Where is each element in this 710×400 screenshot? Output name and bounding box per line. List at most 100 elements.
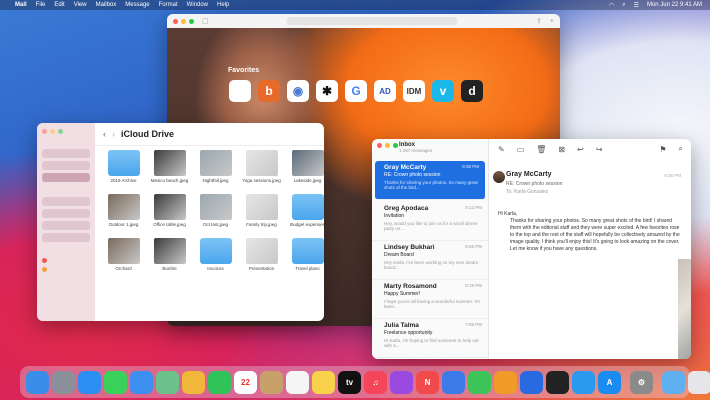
safari-icon[interactable] bbox=[78, 370, 101, 394]
forward-mail-icon[interactable]: ↪ bbox=[596, 145, 603, 154]
menu-format[interactable]: Format bbox=[159, 2, 178, 8]
zoom-button[interactable] bbox=[189, 18, 194, 24]
close-button[interactable] bbox=[173, 18, 178, 24]
menu-help[interactable]: Help bbox=[217, 2, 229, 8]
pages-icon[interactable] bbox=[494, 370, 517, 394]
minimize-button[interactable] bbox=[181, 18, 186, 24]
remote-icon[interactable] bbox=[572, 370, 595, 394]
sidebar-item[interactable] bbox=[42, 209, 90, 218]
file-item[interactable]: Budget expenses bbox=[285, 194, 324, 238]
file-item[interactable]: Nightfall.jpeg bbox=[193, 150, 238, 194]
file-item[interactable]: Bonfire bbox=[147, 238, 192, 282]
minimize-button[interactable] bbox=[385, 143, 390, 148]
file-item[interactable]: Lakeside.jpeg bbox=[285, 150, 324, 194]
trash-icon[interactable] bbox=[688, 370, 710, 394]
junk-icon[interactable]: ⊠ bbox=[558, 145, 565, 154]
sidebar-item[interactable] bbox=[42, 233, 90, 242]
app-menu[interactable]: Mail bbox=[15, 2, 27, 8]
news-icon[interactable]: N bbox=[416, 370, 439, 394]
sidebar-icon[interactable]: ▢ bbox=[202, 17, 209, 25]
sidebar-tag-red[interactable] bbox=[42, 258, 90, 263]
file-item[interactable]: 2019 Archive bbox=[101, 150, 146, 194]
message-row[interactable]: Lindsey Bukhari 8:46 PM Dream Board Hey Kar… bbox=[372, 241, 488, 280]
podcasts-icon[interactable] bbox=[390, 370, 413, 394]
forward-icon[interactable]: › bbox=[112, 129, 115, 139]
control-center-icon[interactable]: ☰ bbox=[634, 2, 639, 9]
menu-file[interactable]: File bbox=[36, 2, 46, 8]
search-icon[interactable]: ⌕ bbox=[679, 144, 691, 154]
favorite-apple[interactable]: Apple bbox=[228, 80, 252, 109]
file-item[interactable]: Office table.jpeg bbox=[147, 194, 192, 238]
wifi-icon[interactable]: ◠ bbox=[609, 2, 614, 9]
archive-icon[interactable]: ▭ bbox=[517, 145, 525, 154]
numbers-icon[interactable] bbox=[468, 370, 491, 394]
facetime-icon[interactable] bbox=[208, 370, 231, 394]
launchpad-icon[interactable] bbox=[52, 370, 75, 394]
search-icon[interactable]: ⌕ bbox=[622, 2, 625, 9]
zoom-button[interactable] bbox=[393, 143, 398, 148]
favorite-d[interactable]: dDictionary bbox=[460, 80, 484, 109]
close-button[interactable] bbox=[377, 143, 382, 148]
address-bar[interactable] bbox=[287, 17, 458, 25]
favorite-bing[interactable]: bBing bbox=[257, 80, 281, 109]
close-button[interactable] bbox=[42, 129, 47, 134]
downloads-icon[interactable] bbox=[662, 370, 685, 394]
settings-icon[interactable]: ⚙ bbox=[630, 370, 653, 394]
flag-icon[interactable]: ⚑ bbox=[659, 145, 666, 154]
file-item[interactable]: Mexico beach.jpeg bbox=[147, 150, 192, 194]
photos-icon[interactable] bbox=[182, 370, 205, 394]
favorite-google[interactable]: GGoogle bbox=[344, 80, 368, 109]
app-store-icon[interactable]: A bbox=[598, 370, 621, 394]
file-item[interactable]: Family trip.jpeg bbox=[239, 194, 284, 238]
favorite-vimeo[interactable]: vVimeo bbox=[431, 80, 455, 109]
zoom-button[interactable] bbox=[58, 129, 63, 134]
favorite-ad[interactable]: ADAD bbox=[373, 80, 397, 109]
reply-icon[interactable]: ↩ bbox=[577, 145, 584, 154]
file-item[interactable]: Orchard bbox=[101, 238, 146, 282]
menu-window[interactable]: Window bbox=[187, 2, 208, 8]
back-icon[interactable]: ‹ bbox=[103, 129, 106, 139]
menu-message[interactable]: Message bbox=[125, 2, 149, 8]
stocks-icon[interactable] bbox=[546, 370, 569, 394]
file-item[interactable]: Outdoor 1.jpeg bbox=[101, 194, 146, 238]
minimize-button[interactable] bbox=[50, 129, 55, 134]
notes-icon[interactable] bbox=[312, 370, 335, 394]
sidebar-item[interactable] bbox=[42, 221, 90, 230]
file-item[interactable]: Invoices bbox=[193, 238, 238, 282]
finder-icon[interactable] bbox=[26, 370, 49, 394]
xcode-icon[interactable] bbox=[520, 370, 543, 394]
file-item[interactable]: Yoga sessions.jpeg bbox=[239, 150, 284, 194]
favorite-star[interactable]: ✱Yelp bbox=[315, 80, 339, 109]
maps-icon[interactable] bbox=[156, 370, 179, 394]
calendar-icon[interactable]: 22 bbox=[234, 370, 257, 394]
clock[interactable]: Mon Jun 22 9:41 AM bbox=[647, 2, 702, 8]
share-icon[interactable]: ⇪ bbox=[536, 17, 542, 25]
sidebar-item[interactable] bbox=[42, 161, 90, 170]
sidebar-item[interactable] bbox=[42, 197, 90, 206]
menu-edit[interactable]: Edit bbox=[54, 2, 64, 8]
tv-icon[interactable]: tv bbox=[338, 370, 361, 394]
file-item[interactable]: Presentation bbox=[239, 238, 284, 282]
keynote-icon[interactable] bbox=[442, 370, 465, 394]
reminders-icon[interactable] bbox=[286, 370, 309, 394]
favorite-idm[interactable]: IDMIDM bbox=[402, 80, 426, 109]
contacts-icon[interactable] bbox=[260, 370, 283, 394]
attached-photo[interactable] bbox=[678, 259, 691, 359]
menu-view[interactable]: View bbox=[74, 2, 87, 8]
message-row[interactable]: Marty Rosamond 8:19 PM Happy Summer! I hope… bbox=[372, 280, 488, 319]
favorite-compass[interactable]: ◉Safari bbox=[286, 80, 310, 109]
trash-icon[interactable]: 🗑 bbox=[536, 145, 546, 154]
message-row[interactable]: Julia Talma 7:59 PM Freelance opportunity H… bbox=[372, 319, 488, 358]
compose-icon[interactable]: ✎ bbox=[498, 145, 505, 154]
message-row[interactable]: Gray McCarty 9:38 PM RE: Crown photo sessi… bbox=[375, 161, 485, 200]
new-tab-icon[interactable]: + bbox=[550, 18, 554, 25]
file-item[interactable]: Oct last.jpeg bbox=[193, 194, 238, 238]
menu-mailbox[interactable]: Mailbox bbox=[96, 2, 117, 8]
mail-icon[interactable] bbox=[130, 370, 153, 394]
music-icon[interactable]: ♫ bbox=[364, 370, 387, 394]
messages-icon[interactable] bbox=[104, 370, 127, 394]
sidebar-tag-orange[interactable] bbox=[42, 267, 90, 272]
sidebar-item-icloud-drive[interactable] bbox=[42, 173, 90, 182]
sidebar-item[interactable] bbox=[42, 149, 90, 158]
message-row[interactable]: Greg Apodaca 9:12 PM Invitation Hey, would … bbox=[372, 202, 488, 241]
